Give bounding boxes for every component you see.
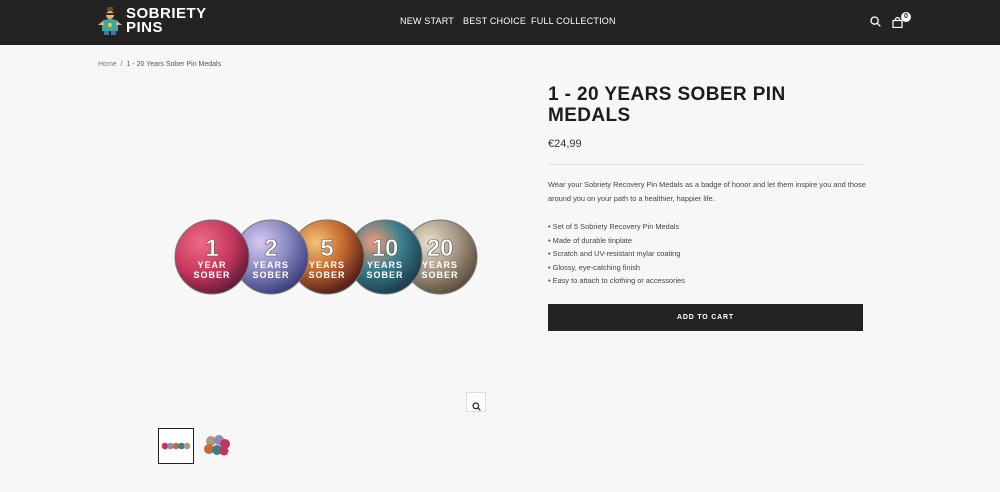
feature-item: Set of 5 Sobriety Recovery Pin Medals <box>548 220 868 234</box>
divider <box>548 164 862 165</box>
logo-text: SOBRIETY PINS <box>126 6 207 36</box>
feature-item: Easy to attach to clothing or accessorie… <box>548 274 868 288</box>
medal-1-line1: YEAR <box>197 260 226 270</box>
feature-item: Scratch and UV-resistant mylar coating <box>548 247 868 261</box>
medal-2-number: 2 <box>264 235 277 262</box>
nav-new-start[interactable]: NEW START <box>400 16 454 26</box>
breadcrumb-home[interactable]: Home <box>98 61 117 68</box>
breadcrumb: Home / 1 - 20 Years Sober Pin Medals <box>98 61 221 68</box>
product-main-image[interactable]: 20 YEARS SOBER 10 YEARS SOBER 5 YEARS SO… <box>170 210 482 305</box>
thumbnail-1[interactable] <box>158 428 194 464</box>
medal-5-line2: SOBER <box>308 270 345 280</box>
medal-10-line2: SOBER <box>366 270 403 280</box>
logo-figure-icon <box>98 7 122 35</box>
breadcrumb-current: 1 - 20 Years Sober Pin Medals <box>126 61 222 68</box>
zoom-button[interactable] <box>466 392 486 412</box>
product-title: 1 - 20 YEARS SOBER PIN MEDALS <box>548 84 786 126</box>
medal-1: 1 YEAR SOBER <box>174 219 250 295</box>
medal-10-line1: YEARS <box>367 260 403 270</box>
thumbnail-2[interactable] <box>199 428 235 464</box>
logo[interactable]: SOBRIETY PINS <box>98 6 207 36</box>
medal-2-line1: YEARS <box>253 260 289 270</box>
medal-5-line1: YEARS <box>309 260 345 270</box>
medal-5-number: 5 <box>320 235 333 262</box>
search-icon[interactable] <box>870 14 881 32</box>
medal-20-line1: YEARS <box>422 260 458 270</box>
feature-list: Set of 5 Sobriety Recovery Pin Medals Ma… <box>548 220 868 288</box>
logo-line-2: PINS <box>126 19 164 36</box>
medal-20-line2: SOBER <box>421 270 458 280</box>
add-to-cart-button[interactable]: ADD TO CART <box>548 304 863 331</box>
zoom-icon <box>472 398 481 416</box>
feature-item: Glossy, eye-catching finish <box>548 261 868 275</box>
medal-1-line2: SOBER <box>193 270 230 280</box>
cart-count-badge: 0 <box>901 12 911 22</box>
medal-20-number: 20 <box>427 235 454 262</box>
product-price: €24,99 <box>548 138 582 150</box>
nav-best-choice[interactable]: BEST CHOICE <box>463 16 526 26</box>
product-description: Wear your Sobriety Recovery Pin Medals a… <box>548 180 866 203</box>
breadcrumb-separator: / <box>120 61 123 68</box>
medal-2-line2: SOBER <box>252 270 289 280</box>
site-header: SOBRIETY PINS NEW START BEST CHOICE FULL… <box>0 0 1000 45</box>
medal-10-number: 10 <box>372 235 399 262</box>
nav-full-collection[interactable]: FULL COLLECTION <box>531 16 616 26</box>
feature-item: Made of durable tinplate <box>548 234 868 248</box>
medal-1-number: 1 <box>205 235 218 262</box>
